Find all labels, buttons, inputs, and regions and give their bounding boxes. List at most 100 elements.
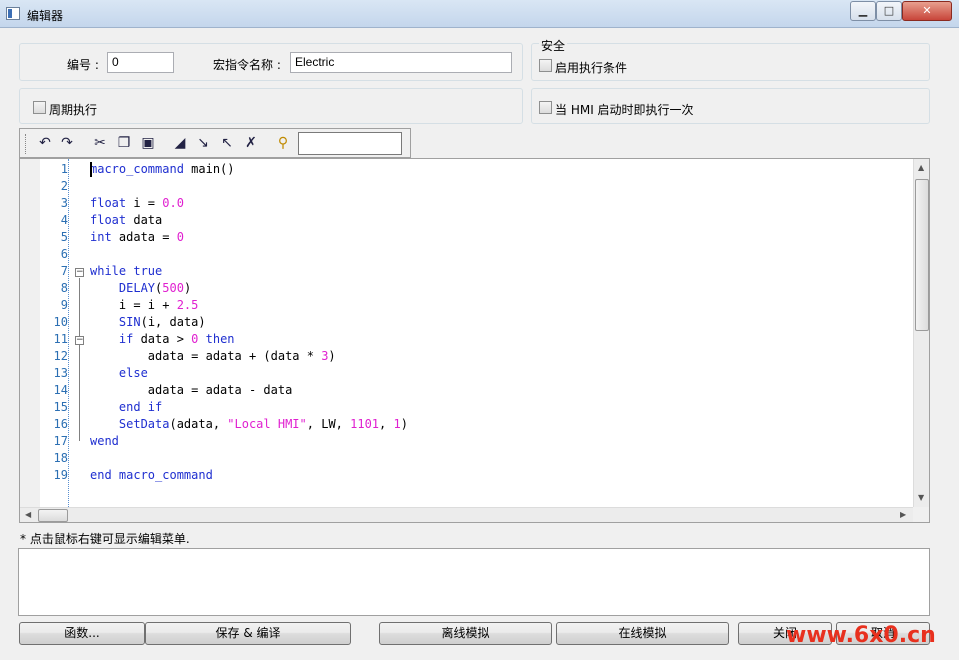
horizontal-scrollbar[interactable]: ◀ ▶ [20,507,913,522]
find-icon[interactable]: ⚲ [274,134,292,152]
line-number: 4 [60,213,68,227]
fold-toggle-while[interactable]: − [75,268,84,277]
code-token-fn: DELAY [118,281,156,295]
functions-button[interactable]: 函数... [19,622,145,645]
code-token-kw: float [90,213,127,227]
enable-condition-label: 启用执行条件 [555,61,628,75]
macro-name-field[interactable]: Electric [290,52,512,73]
fold-toggle-if[interactable]: − [75,336,84,345]
code-token-kw: int [90,230,112,244]
save-compile-button[interactable]: 保存 & 编译 [145,622,351,645]
code-token-kw: wend [90,434,119,448]
scroll-right-icon[interactable]: ▶ [900,510,906,519]
next-bookmark-icon[interactable]: ↘ [194,134,212,152]
line-number: 8 [60,281,68,295]
code-line: wend [90,433,910,450]
site-watermark: www.6x0.cn [786,623,936,648]
code-token-kw: end macro_command [90,468,213,482]
code-token-kw: float [90,196,127,210]
code-token-num: 0.0 [162,196,184,210]
security-label: 安全 [539,37,568,54]
code-token-kw: macro_command [90,162,184,176]
code-line: float data [90,212,910,229]
code-line: DELAY(500) [90,280,910,297]
window-title: 编辑器 [27,9,64,23]
enable-condition-checkbox[interactable] [539,59,552,72]
code-line: adata = adata - data [90,382,910,399]
cut-icon[interactable]: ✂ [91,134,109,152]
fold-margin: − − [72,161,86,507]
line-number: 9 [60,298,68,312]
code-line: SetData(adata, "Local HMI", LW, 1101, 1) [90,416,910,433]
maximize-button[interactable]: □ [876,1,902,21]
code-token-num: 500 [162,281,184,295]
code-editor[interactable]: 1 2 3 4 5 6 7 8 9 10 11 12 13 14 15 16 17 18 19 − − macro_… [19,158,930,523]
scroll-down-icon[interactable]: ▼ [918,493,924,502]
fold-line-if [79,346,80,406]
output-message-box[interactable] [18,548,930,616]
title-bar: 编辑器 ▁ □ ✕ [0,0,959,28]
code-token-str: "Local HMI" [227,417,307,431]
code-line: adata = adata + (data * 3) [90,348,910,365]
line-number: 2 [60,179,68,193]
vertical-scroll-thumb[interactable] [915,179,929,331]
text-cursor [90,162,92,177]
line-number: 16 [53,417,68,431]
run-on-start-label: 当 HMI 启动时即执行一次 [555,103,694,117]
scroll-up-icon[interactable]: ▲ [918,163,924,172]
code-token-num: 1 [393,417,401,431]
code-token-num: 0 [176,230,184,244]
toolbar-grip[interactable] [25,134,27,154]
periodic-checkbox[interactable] [33,101,46,114]
bookmark-margin[interactable] [20,159,40,507]
periodic-label: 周期执行 [49,103,98,117]
line-number: 5 [60,230,68,244]
redo-icon[interactable]: ↷ [58,134,76,152]
editor-window-icon [6,7,20,20]
clear-bookmarks-icon[interactable]: ✗ [242,134,260,152]
code-token: adata = adata - data [90,383,293,397]
line-number: 10 [53,315,68,329]
code-token-kw: end if [118,400,163,414]
gutter-divider [68,159,69,507]
prev-bookmark-icon[interactable]: ↖ [218,134,236,152]
code-token: i = i + [90,298,177,312]
code-line: macro_command main() [90,161,910,178]
code-token: ) [400,417,408,431]
code-token: , [379,417,394,431]
undo-icon[interactable]: ↶ [36,134,54,152]
code-line: end macro_command [90,467,910,484]
paste-icon[interactable]: ▣ [139,134,157,152]
code-token: adata = adata + (data * [90,349,322,363]
set-bookmark-icon[interactable]: ◢ [171,134,189,152]
offline-simulation-button[interactable]: 离线模拟 [379,622,552,645]
code-text[interactable]: macro_command main() float i = 0.0 float … [90,161,910,507]
editor-toolbar: ↶ ↷ ✂ ❐ ▣ ◢ ↘ ↖ ✗ ⚲ [19,128,411,158]
online-simulation-button[interactable]: 在线模拟 [556,622,729,645]
code-token: (i, data) [140,315,206,329]
copy-icon[interactable]: ❐ [115,134,133,152]
line-number: 11 [53,332,68,346]
minimize-button[interactable]: ▁ [850,1,876,21]
code-token-num: 2.5 [176,298,199,312]
scroll-left-icon[interactable]: ◀ [25,510,31,519]
scroll-corner [913,507,929,522]
search-input[interactable] [298,132,402,155]
run-on-start-checkbox[interactable] [539,101,552,114]
code-token: ) [183,281,192,295]
code-token: ) [328,349,336,363]
close-window-button[interactable]: ✕ [902,1,952,21]
id-field[interactable]: 0 [107,52,174,73]
code-token: , LW, [306,417,351,431]
code-line: else [90,365,910,382]
vertical-scrollbar[interactable]: ▲ ▼ [913,159,929,507]
horizontal-scroll-thumb[interactable] [38,509,68,522]
id-label: 编号 : [67,58,99,72]
line-number: 14 [53,383,68,397]
